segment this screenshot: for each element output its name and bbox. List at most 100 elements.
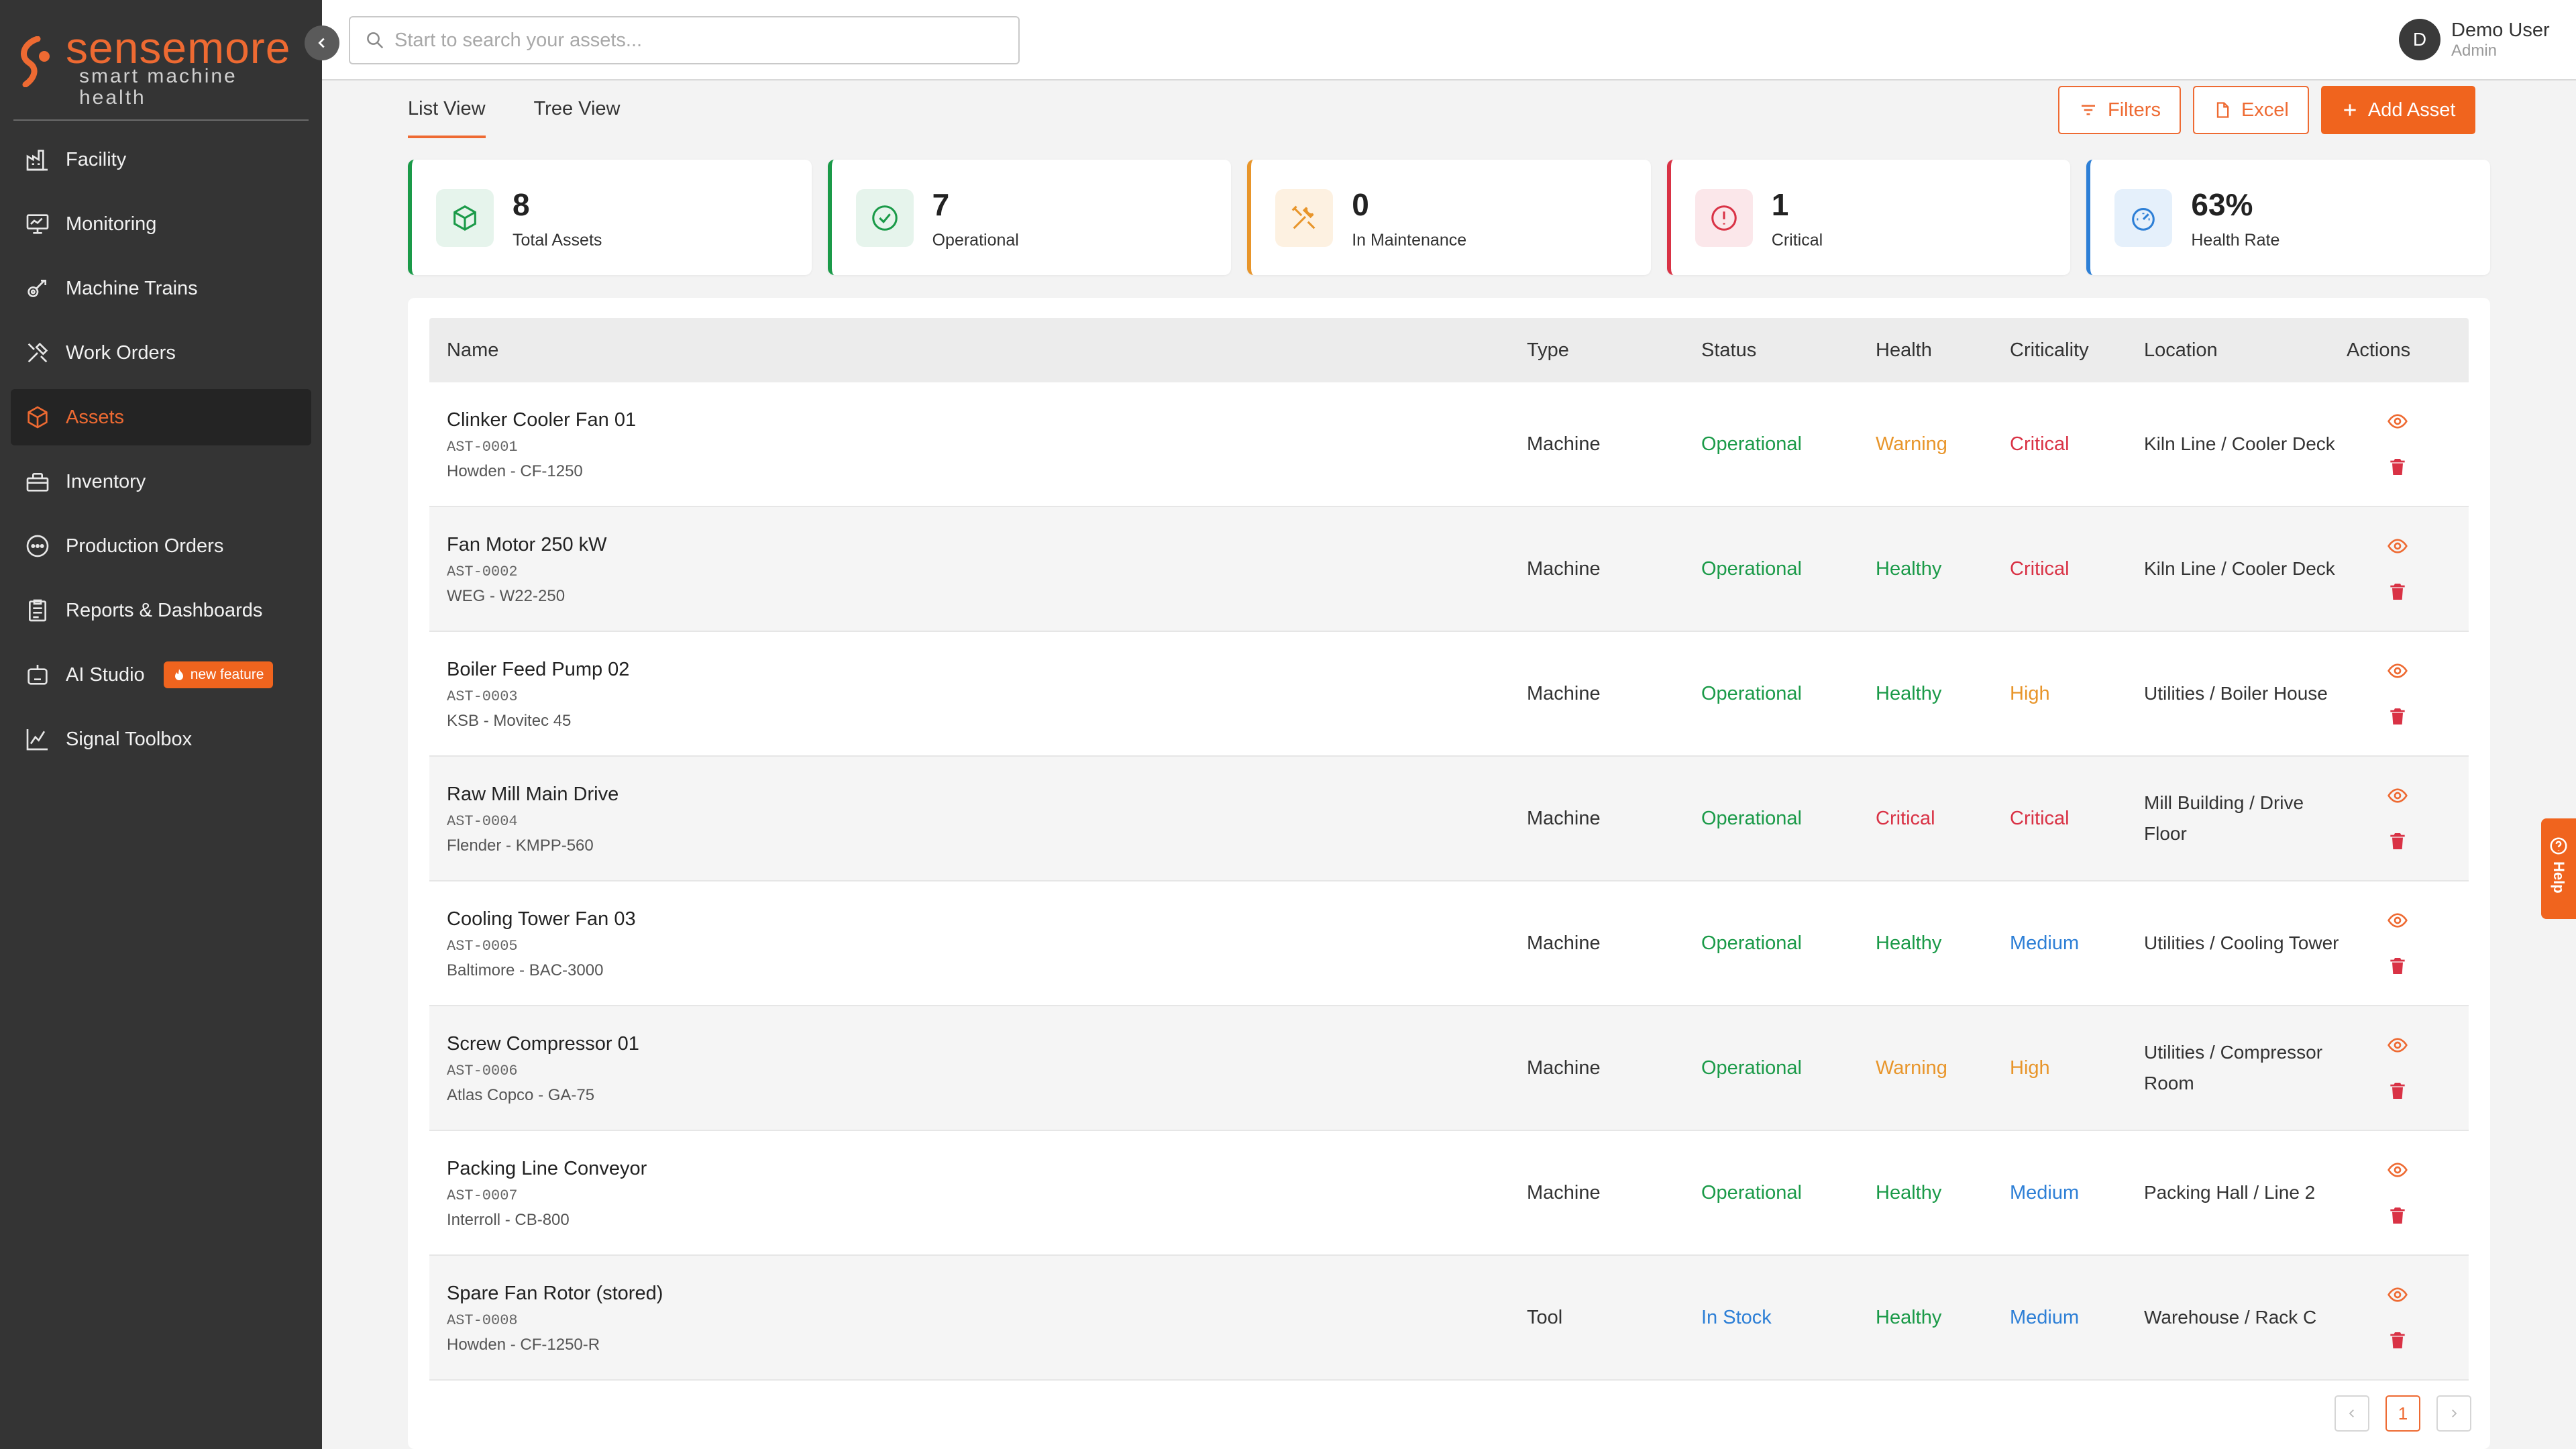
chart-icon	[23, 724, 52, 754]
help-button[interactable]: Help	[2541, 818, 2576, 919]
sidebar-item-ai-studio[interactable]: AI Studio new feature	[11, 647, 311, 703]
view-eye-icon[interactable]	[2387, 660, 2408, 682]
page-button[interactable]: 1	[2385, 1395, 2420, 1432]
sidebar-item-work-orders[interactable]: Work Orders	[11, 325, 311, 381]
sidebar-item-facility[interactable]: Facility	[11, 131, 311, 188]
excel-label: Excel	[2241, 99, 2289, 121]
table-row[interactable]: Fan Motor 250 kW AST-0002 WEG - W22-250 Mac…	[429, 507, 2469, 632]
asset-name[interactable]: Raw Mill Main Drive	[447, 782, 1527, 806]
column-header-health[interactable]: Health	[1876, 339, 2010, 362]
asset-name[interactable]: Fan Motor 250 kW	[447, 533, 1527, 557]
asset-name[interactable]: Screw Compressor 01	[447, 1032, 1527, 1056]
add-asset-label: Add Asset	[2367, 99, 2456, 121]
brand-logo[interactable]: sensemore smart machine health	[15, 23, 297, 109]
tab-list-view[interactable]: List View	[408, 86, 486, 138]
sidebar-item-label: Inventory	[66, 470, 146, 492]
filter-icon	[2082, 105, 2095, 115]
asset-name-cell: Fan Motor 250 kW AST-0002 WEG - W22-250	[429, 533, 1527, 606]
asset-criticality: Medium	[2010, 1306, 2080, 1328]
view-eye-icon[interactable]	[2387, 1034, 2408, 1056]
column-header-status[interactable]: Status	[1701, 339, 1876, 362]
search-input[interactable]	[394, 29, 998, 52]
sidebar-item-label: AI Studio	[66, 663, 145, 686]
asset-code: AST-0005	[447, 937, 518, 955]
sidebar-item-signal-toolbox[interactable]: Signal Toolbox	[11, 711, 311, 767]
asset-code: AST-0001	[447, 438, 518, 455]
column-header-name[interactable]: Name	[429, 339, 1527, 362]
table-row[interactable]: Cooling Tower Fan 03 AST-0005 Baltimore - …	[429, 881, 2469, 1006]
excel-button[interactable]: Excel	[2192, 86, 2309, 134]
view-eye-icon[interactable]	[2387, 1284, 2408, 1305]
next-page-button[interactable]	[2436, 1395, 2471, 1432]
sidebar-item-label: Assets	[66, 406, 125, 428]
sidebar-item-inventory[interactable]: Inventory	[11, 453, 311, 510]
delete-trash-icon[interactable]	[2387, 581, 2408, 602]
machine-trains-icon	[23, 274, 52, 303]
box-icon	[23, 402, 52, 432]
asset-model: KSB - Movitec 45	[447, 711, 572, 730]
stat-value: 0	[1352, 187, 1369, 222]
delete-trash-icon[interactable]	[2387, 830, 2408, 852]
asset-name[interactable]: Clinker Cooler Fan 01	[447, 408, 1527, 432]
column-header-type[interactable]: Type	[1527, 339, 1701, 362]
asset-type: Machine	[1527, 682, 1601, 704]
delete-trash-icon[interactable]	[2387, 456, 2408, 478]
delete-trash-icon[interactable]	[2387, 706, 2408, 727]
column-header-location[interactable]: Location	[2144, 339, 2345, 362]
delete-trash-icon[interactable]	[2387, 1080, 2408, 1102]
tab-tree-view[interactable]: Tree View	[534, 86, 621, 138]
table-row[interactable]: Spare Fan Rotor (stored) AST-0008 Howden -…	[429, 1256, 2469, 1381]
cube-icon	[436, 189, 494, 247]
asset-criticality: Medium	[2010, 1181, 2080, 1203]
user-menu[interactable]: D Demo User Admin	[2399, 19, 2550, 60]
row-actions	[2345, 411, 2469, 478]
assets-table-card: Name Type Status Health Criticality Loca…	[408, 298, 2490, 1449]
sidebar-item-monitoring[interactable]: Monitoring	[11, 196, 311, 252]
asset-name-cell: Raw Mill Main Drive AST-0004 Flender - KMP…	[429, 782, 1527, 855]
view-eye-icon[interactable]	[2387, 411, 2408, 432]
asset-status: Operational	[1701, 1057, 1802, 1079]
sidebar-item-reports-dashboards[interactable]: Reports & Dashboards	[11, 582, 311, 639]
sidebar-item-production-orders[interactable]: Production Orders	[11, 518, 311, 574]
asset-criticality: Medium	[2010, 932, 2080, 954]
work-orders-icon	[23, 338, 52, 368]
asset-name[interactable]: Cooling Tower Fan 03	[447, 907, 1527, 931]
filters-button[interactable]: Filters	[2058, 86, 2181, 134]
asset-name[interactable]: Packing Line Conveyor	[447, 1157, 1527, 1181]
column-header-actions: Actions	[2347, 339, 2411, 361]
delete-trash-icon[interactable]	[2387, 955, 2408, 977]
column-header-criticality[interactable]: Criticality	[2010, 339, 2144, 362]
delete-trash-icon[interactable]	[2387, 1330, 2408, 1351]
table-row[interactable]: Screw Compressor 01 AST-0006 Atlas Copco -…	[429, 1006, 2469, 1131]
clipboard-icon	[23, 596, 52, 625]
table-row[interactable]: Packing Line Conveyor AST-0007 Interroll -…	[429, 1131, 2469, 1256]
view-eye-icon[interactable]	[2387, 785, 2408, 806]
sidebar-item-label: Production Orders	[66, 535, 224, 557]
table-row[interactable]: Raw Mill Main Drive AST-0004 Flender - KMP…	[429, 757, 2469, 881]
table-row[interactable]: Boiler Feed Pump 02 AST-0003 KSB - Movitec…	[429, 632, 2469, 757]
asset-name[interactable]: Spare Fan Rotor (stored)	[447, 1281, 1527, 1305]
view-eye-icon[interactable]	[2387, 910, 2408, 931]
asset-health: Healthy	[1876, 932, 1942, 954]
collapse-sidebar-button[interactable]	[305, 25, 339, 60]
asset-location: Kiln Line / Cooler Deck	[2144, 433, 2335, 454]
previous-page-button[interactable]	[2334, 1395, 2369, 1432]
asset-model: Howden - CF-1250	[447, 462, 583, 480]
asset-name[interactable]: Boiler Feed Pump 02	[447, 657, 1527, 682]
chevron-left-icon	[2349, 1409, 2354, 1417]
add-asset-button[interactable]: Add Asset	[2320, 86, 2476, 134]
asset-status: Operational	[1701, 557, 1802, 580]
delete-trash-icon[interactable]	[2387, 1205, 2408, 1226]
sidebar-item-assets[interactable]: Assets	[11, 389, 311, 445]
asset-name-cell: Clinker Cooler Fan 01 AST-0001 Howden - CF…	[429, 408, 1527, 481]
view-eye-icon[interactable]	[2387, 535, 2408, 557]
view-eye-icon[interactable]	[2387, 1159, 2408, 1181]
row-actions	[2345, 1284, 2469, 1351]
search-box[interactable]	[349, 16, 1020, 64]
assets-table: Name Type Status Health Criticality Loca…	[429, 318, 2469, 1381]
table-row[interactable]: Clinker Cooler Fan 01 AST-0001 Howden - CF…	[429, 382, 2469, 507]
sidebar-item-machine-trains[interactable]: Machine Trains	[11, 260, 311, 317]
stat-cards: 8 Total Assets 7 Operational 0 In Mainte…	[408, 160, 2490, 275]
stat-label: Health Rate	[2191, 231, 2280, 250]
sidebar-nav: Facility Monitoring Machine Trains Work …	[11, 131, 311, 775]
